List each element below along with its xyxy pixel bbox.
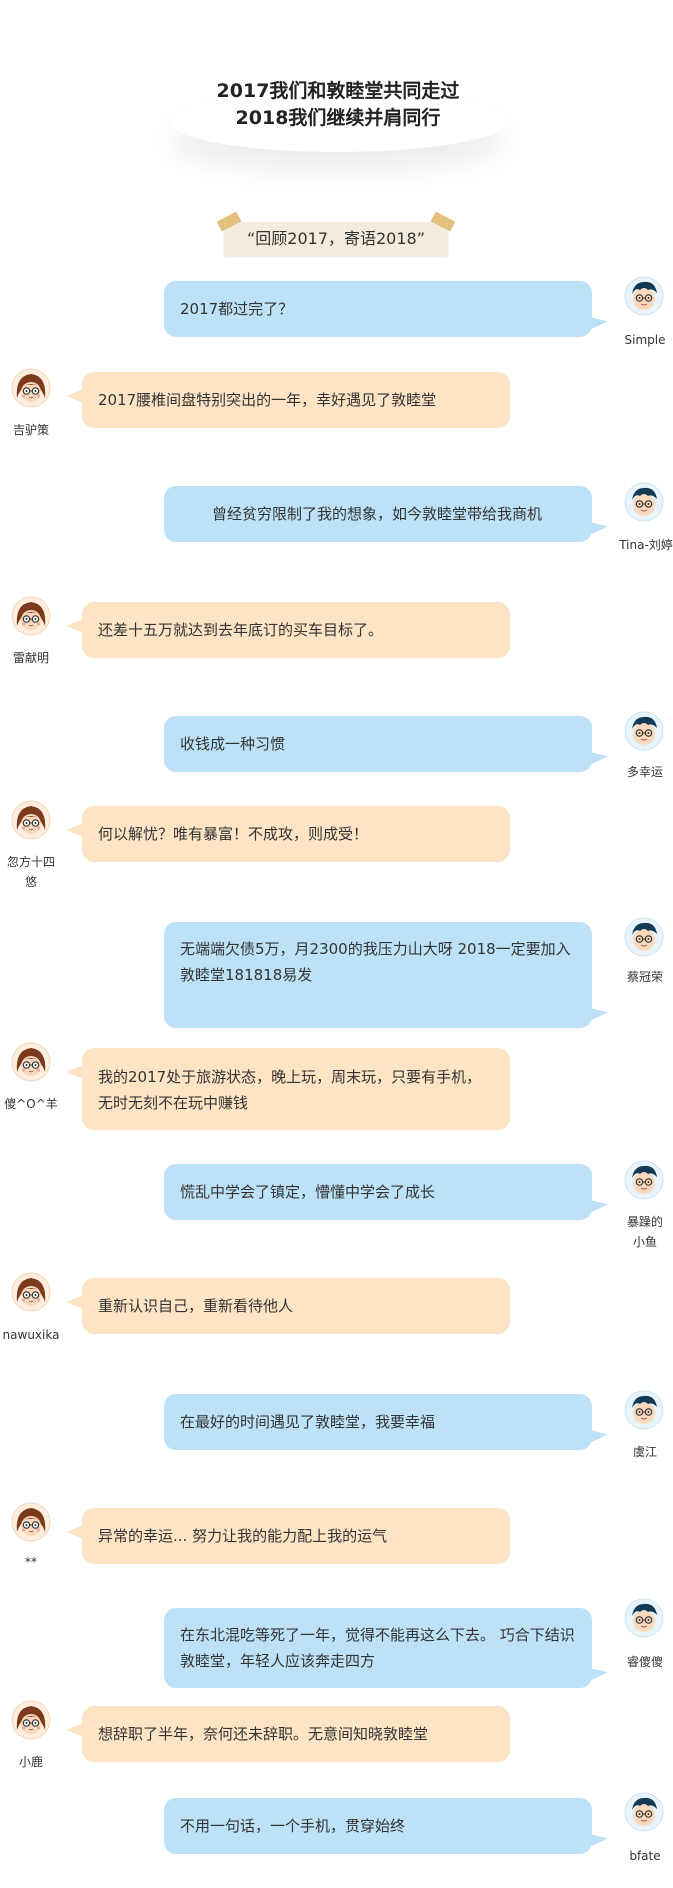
user-name: 蔡冠荣 bbox=[626, 970, 663, 984]
user-name: 睿傻傻 bbox=[626, 1655, 663, 1669]
message-bubble: 重新认识自己，重新看待他人 bbox=[66, 1278, 510, 1334]
girl-avatar-icon bbox=[11, 1700, 51, 1740]
girl-avatar-icon bbox=[11, 800, 51, 840]
boy-avatar-icon bbox=[624, 482, 664, 522]
header-title-line2: 2018我们继续并肩同行 bbox=[235, 107, 441, 129]
page-header: 2017我们和敦睦堂共同走过 2018我们继续并肩同行 bbox=[210, 52, 466, 152]
user-name: Simple bbox=[624, 333, 666, 347]
girl-avatar-icon bbox=[11, 1042, 51, 1082]
message-bubble: 在最好的时间遇见了敦睦堂，我要幸福 bbox=[164, 1394, 592, 1450]
boy-avatar-icon bbox=[624, 276, 664, 316]
user-name: Tina-刘婷 bbox=[619, 538, 673, 552]
message-bubble: 慌乱中学会了镇定，懵懂中学会了成长 bbox=[164, 1164, 592, 1220]
user-name: 小鹿 bbox=[18, 1755, 43, 1769]
review-banner-text: “回顾2017，寄语2018” bbox=[246, 229, 426, 248]
message-bubble: 在东北混吃等死了一年，觉得不能再这么下去。 巧合下结识敦睦堂，年轻人应该奔走四方 bbox=[164, 1608, 592, 1688]
header-title-line1: 2017我们和敦睦堂共同走过 bbox=[216, 80, 460, 102]
girl-avatar-icon bbox=[11, 368, 51, 408]
boy-avatar-icon bbox=[624, 1160, 664, 1200]
message-bubble: 2017腰椎间盘特别突出的一年，幸好遇见了敦睦堂 bbox=[66, 372, 510, 428]
boy-avatar-icon bbox=[624, 1792, 664, 1832]
boy-avatar-icon bbox=[624, 917, 664, 957]
review-banner: “回顾2017，寄语2018” bbox=[216, 211, 456, 256]
girl-avatar-icon bbox=[11, 596, 51, 636]
message-bubble: 曾经贫穷限制了我的想象，如今敦睦堂带给我商机 bbox=[164, 486, 592, 542]
message-bubble: 何以解忧？唯有暴富！不成攻，则成受！ bbox=[66, 806, 510, 862]
boy-avatar-icon bbox=[624, 1598, 664, 1638]
user-name: 多幸运 bbox=[626, 765, 663, 779]
user-name: 吉驴策 bbox=[12, 423, 49, 437]
user-name: 傻^O^羊 bbox=[4, 1097, 58, 1111]
message-bubble: 我的2017处于旅游状态，晚上玩，周末玩，只要有手机，无时无刻不在玩中赚钱 bbox=[66, 1048, 510, 1130]
message-bubble: 2017都过完了？ bbox=[164, 281, 592, 337]
girl-avatar-icon bbox=[11, 1272, 51, 1312]
user-name: nawuxika bbox=[2, 1328, 60, 1342]
user-name: 雷献明 bbox=[12, 651, 49, 665]
boy-avatar-icon bbox=[624, 711, 664, 751]
girl-avatar-icon bbox=[11, 1502, 51, 1542]
message-bubble: 收钱成一种习惯 bbox=[164, 716, 592, 772]
user-name: 忽方十四悠 bbox=[6, 855, 55, 889]
message-bubble: 不用一句话，一个手机，贯穿始终 bbox=[164, 1798, 592, 1854]
message-bubble: 无端端欠债5万，月2300的我压力山大呀 2018一定要加入敦睦堂181818易… bbox=[164, 922, 592, 1028]
user-name: bfate bbox=[629, 1849, 661, 1863]
tape-strip-left bbox=[216, 211, 242, 232]
message-bubble: 还差十五万就达到去年底订的买车目标了。 bbox=[66, 602, 510, 658]
user-name: 暴躁的小鱼 bbox=[626, 1215, 663, 1249]
tape-strip-right bbox=[430, 211, 456, 232]
message-bubble: 想辞职了半年，奈何还未辞职。无意间知晓敦睦堂 bbox=[66, 1706, 510, 1762]
boy-avatar-icon bbox=[624, 1390, 664, 1430]
user-name: ** bbox=[25, 1555, 37, 1569]
user-name: 虞江 bbox=[632, 1445, 657, 1459]
message-bubble: 异常的幸运... 努力让我的能力配上我的运气 bbox=[66, 1508, 510, 1564]
